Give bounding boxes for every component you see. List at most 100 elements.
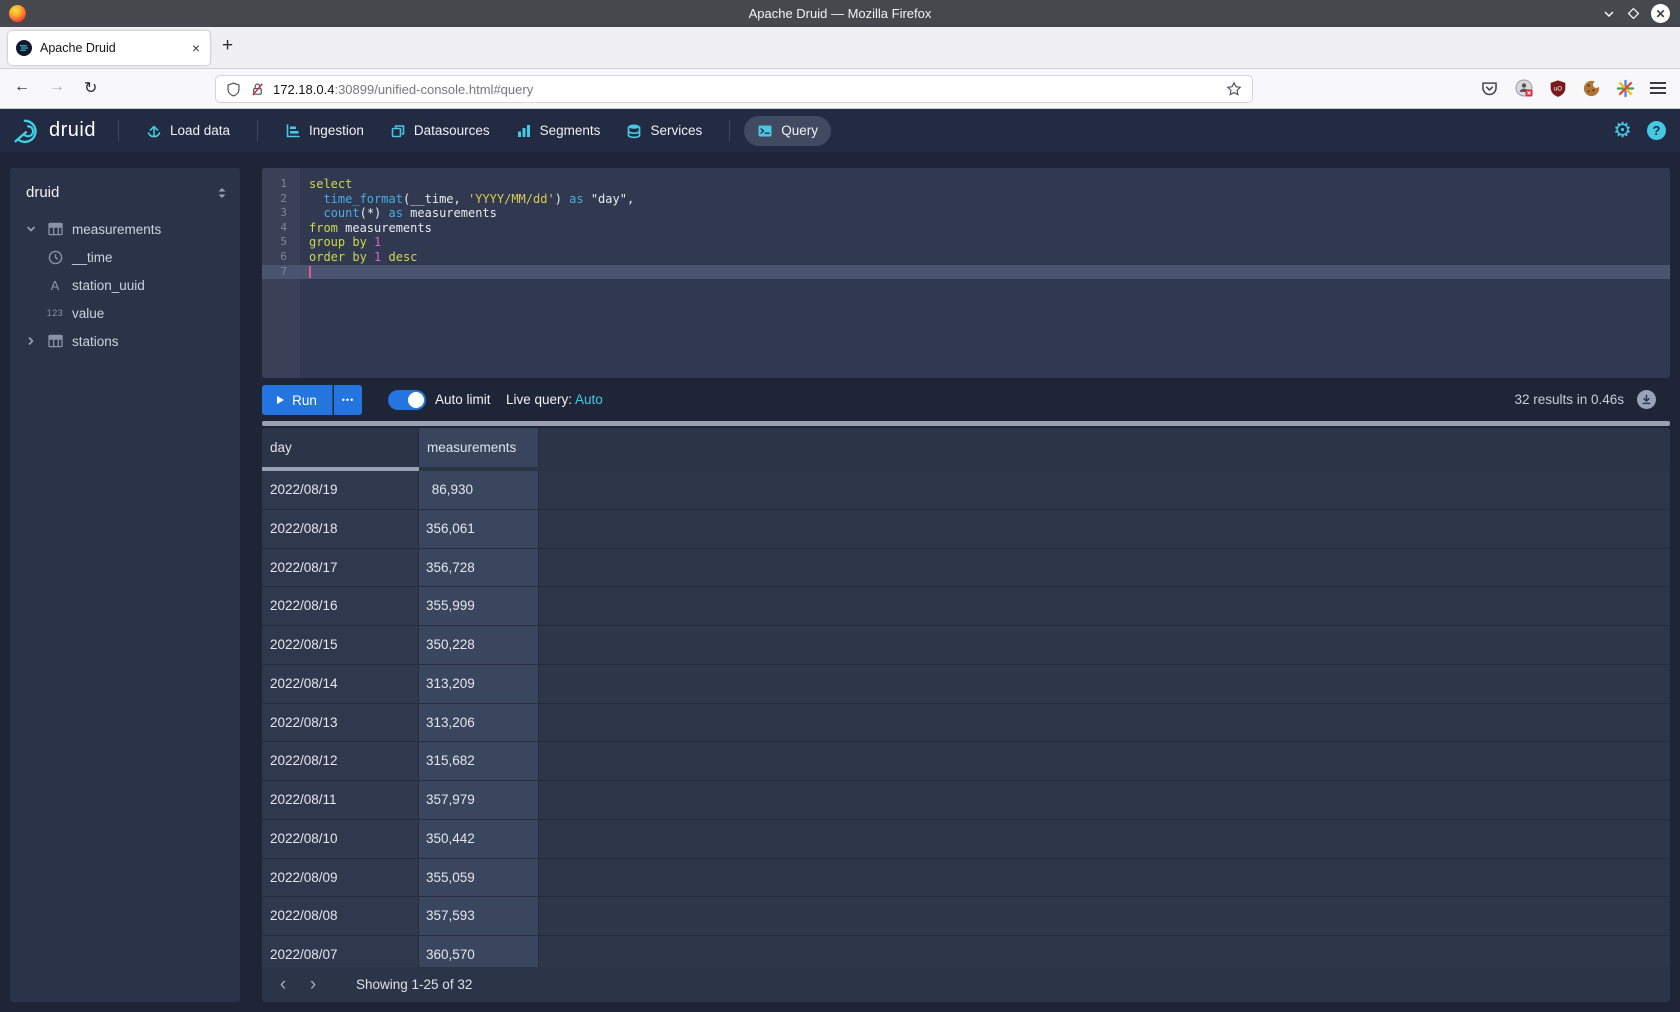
cell-measurements[interactable]: 313,209: [419, 665, 539, 703]
cell-day[interactable]: 2022/08/10: [262, 820, 419, 858]
cell-measurements[interactable]: 315,682: [419, 742, 539, 780]
tree-item-station-uuid[interactable]: A station_uuid: [10, 271, 240, 299]
url-text[interactable]: 172.18.0.4:30899/unified-console.html#qu…: [273, 82, 1226, 97]
cell-measurements[interactable]: 356,728: [419, 549, 539, 587]
cell-day[interactable]: 2022/08/08: [262, 897, 419, 935]
tree-item-stations[interactable]: stations: [10, 327, 240, 355]
minimize-icon[interactable]: [1602, 7, 1616, 21]
shield-icon[interactable]: [226, 82, 241, 97]
settings-gear-icon[interactable]: ⚙: [1613, 120, 1632, 141]
new-tab-button[interactable]: +: [222, 35, 233, 57]
cell-measurements[interactable]: 350,228: [419, 626, 539, 664]
cell-measurements[interactable]: 355,059: [419, 859, 539, 897]
cell-value: 350,228: [426, 626, 475, 664]
cell-day[interactable]: 2022/08/17: [262, 549, 419, 587]
tree-item-value[interactable]: 123 value: [10, 299, 240, 327]
next-page-button[interactable]: ›: [298, 967, 328, 1002]
cell-measurements[interactable]: 313,206: [419, 704, 539, 742]
close-window-icon[interactable]: ✕: [1651, 4, 1670, 23]
cell-measurements[interactable]: 350,442: [419, 820, 539, 858]
column-header-measurements[interactable]: measurements: [419, 428, 539, 467]
chevron-down-icon[interactable]: [26, 224, 36, 234]
cell-measurements[interactable]: 86,930: [419, 471, 539, 509]
titlebar: Apache Druid — Mozilla Firefox ✕: [0, 0, 1680, 27]
tab-close-icon[interactable]: ×: [190, 40, 202, 56]
chevron-right-icon[interactable]: [26, 336, 36, 346]
cell-measurements[interactable]: 357,979: [419, 781, 539, 819]
cell-day[interactable]: 2022/08/18: [262, 510, 419, 548]
asterisk-extension-icon[interactable]: [1616, 79, 1635, 98]
live-query-value: Auto: [575, 392, 603, 407]
cookie-extension-icon[interactable]: [1582, 79, 1601, 98]
nav-item-label: Datasources: [414, 123, 490, 138]
run-more-button[interactable]: •••: [334, 385, 362, 415]
cell-value: 350,442: [426, 820, 475, 858]
maximize-icon[interactable]: [1627, 7, 1640, 20]
sql-token: [584, 192, 591, 206]
download-results-icon[interactable]: [1637, 390, 1656, 409]
play-icon: [277, 396, 284, 404]
sql-token: 'YYYY/MM/dd': [468, 192, 555, 206]
cell-day[interactable]: 2022/08/15: [262, 626, 419, 664]
nav-item-query[interactable]: Query: [744, 116, 831, 146]
reload-button[interactable]: ↻: [84, 78, 97, 98]
column-header-day[interactable]: day: [262, 428, 419, 467]
forward-button[interactable]: →: [49, 78, 65, 96]
editor-code[interactable]: select time_format(__time, 'YYYY/MM/dd')…: [309, 177, 1670, 279]
table-row: 2022/08/16355,999: [262, 587, 1670, 626]
pocket-icon[interactable]: [1480, 79, 1499, 98]
sql-line[interactable]: select: [309, 177, 1670, 192]
line-number: 1: [262, 177, 300, 192]
live-query-label[interactable]: Live query: Auto: [506, 385, 603, 415]
sql-line[interactable]: [309, 265, 1670, 280]
nav-item-datasources[interactable]: Datasources: [377, 116, 503, 146]
sql-line[interactable]: from measurements: [309, 221, 1670, 236]
help-icon[interactable]: ?: [1647, 121, 1666, 140]
bookmark-star-icon[interactable]: [1226, 81, 1242, 97]
schema-selector[interactable]: druid: [26, 184, 59, 201]
sql-line[interactable]: count(*) as measurements: [309, 206, 1670, 221]
sql-line[interactable]: group by 1: [309, 235, 1670, 250]
menu-icon[interactable]: [1650, 79, 1666, 97]
tree-item-time[interactable]: __time: [10, 243, 240, 271]
browser-tab[interactable]: Apache Druid ×: [8, 31, 210, 65]
cell-day[interactable]: 2022/08/09: [262, 859, 419, 897]
nav-item-segments[interactable]: Segments: [503, 116, 614, 146]
sql-line[interactable]: time_format(__time, 'YYYY/MM/dd') as "da…: [309, 192, 1670, 207]
toggle-knob: [408, 392, 424, 408]
sql-editor[interactable]: 1234567 select time_format(__time, 'YYYY…: [262, 168, 1670, 378]
back-button[interactable]: ←: [14, 78, 30, 96]
ublock-origin-icon[interactable]: uO: [1549, 79, 1567, 98]
cell-day[interactable]: 2022/08/16: [262, 587, 419, 625]
cell-day[interactable]: 2022/08/11: [262, 781, 419, 819]
cell-day[interactable]: 2022/08/07: [262, 936, 419, 967]
sql-token: group by: [309, 235, 367, 249]
sql-line[interactable]: order by 1 desc: [309, 250, 1670, 265]
cell-measurements[interactable]: 355,999: [419, 587, 539, 625]
sql-token: [309, 206, 323, 220]
cell-day[interactable]: 2022/08/14: [262, 665, 419, 703]
cell-day[interactable]: 2022/08/13: [262, 704, 419, 742]
cell-measurements[interactable]: 360,570: [419, 936, 539, 967]
nav-item-ingestion[interactable]: Ingestion: [272, 116, 377, 146]
url-bar[interactable]: 172.18.0.4:30899/unified-console.html#qu…: [215, 75, 1253, 103]
nav-item-load-data[interactable]: Load data: [133, 116, 243, 146]
extension-disabled-icon[interactable]: [1514, 78, 1534, 98]
table-row: 2022/08/12315,682: [262, 742, 1670, 781]
caret-double-icon[interactable]: [216, 186, 228, 200]
auto-limit-toggle[interactable]: [388, 390, 426, 410]
table-header: day measurements: [262, 428, 1670, 471]
run-button[interactable]: Run: [262, 385, 333, 415]
brand-name: druid: [49, 119, 96, 142]
cell-day[interactable]: 2022/08/12: [262, 742, 419, 780]
insecure-lock-icon[interactable]: [250, 82, 265, 97]
cell-measurements[interactable]: 356,061: [419, 510, 539, 548]
cell-measurements[interactable]: 357,593: [419, 897, 539, 935]
druid-logo[interactable]: druid: [14, 117, 96, 145]
segments-icon: [516, 123, 532, 139]
tree-item-measurements[interactable]: measurements: [10, 215, 240, 243]
cell-day[interactable]: 2022/08/19: [262, 471, 419, 509]
splitter-handle[interactable]: [262, 421, 1670, 426]
prev-page-button[interactable]: ‹: [268, 967, 298, 1002]
nav-item-services[interactable]: Services: [613, 116, 715, 146]
